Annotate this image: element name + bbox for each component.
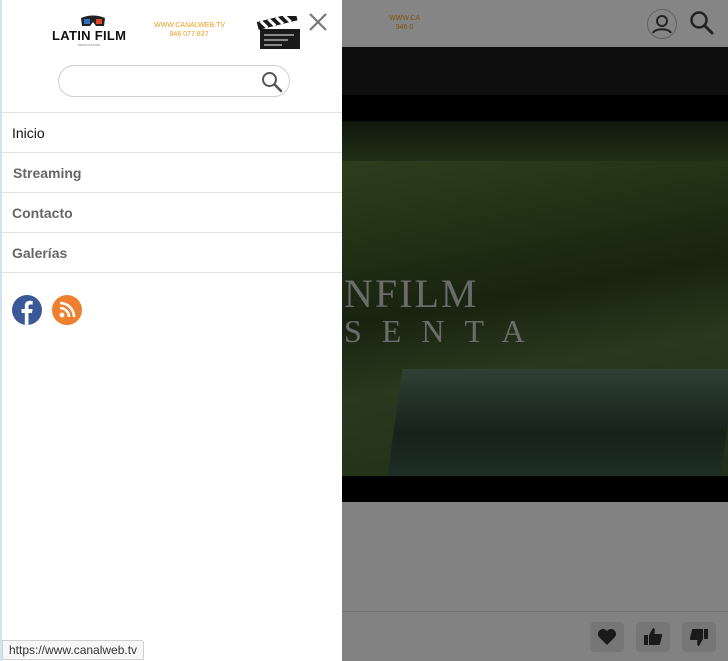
logo-tagline: PRODUCTIONS <box>78 43 101 47</box>
3d-glasses-icon <box>81 15 105 26</box>
social-links <box>12 295 82 325</box>
site-contact: WWW.CANALWEB.TV 946 077 837 <box>154 21 226 39</box>
logo-name: LATIN FILM <box>52 28 127 43</box>
film-clapper-icon <box>256 16 300 49</box>
menu-item-label: Inicio <box>12 124 45 141</box>
close-drawer-button[interactable] <box>304 8 332 36</box>
close-icon <box>309 13 327 31</box>
drawer-search-box <box>58 65 290 97</box>
search-button[interactable] <box>260 70 284 94</box>
menu-item-label: Contacto <box>12 204 73 221</box>
rss-link[interactable] <box>52 295 82 325</box>
search-input[interactable] <box>71 72 255 92</box>
latin-film-logo[interactable]: LATIN FILM PRODUCTIONS <box>52 14 132 47</box>
site-url-text: WWW.CANALWEB.TV <box>154 22 226 29</box>
menu-item-contacto[interactable]: Contacto <box>2 192 342 232</box>
search-icon <box>262 72 283 93</box>
menu-item-streaming[interactable]: Streaming <box>2 152 342 192</box>
rss-icon <box>59 301 76 318</box>
status-bar-url: https://www.canalweb.tv <box>2 640 145 660</box>
drawer-menu: Inicio Streaming Contacto Galerías <box>2 112 342 273</box>
facebook-icon <box>21 300 33 325</box>
menu-item-galerias[interactable]: Galerías <box>2 232 342 273</box>
menu-item-label: Galerías <box>12 244 68 261</box>
site-phone: 946 077 837 <box>169 31 209 38</box>
facebook-link[interactable] <box>12 295 42 325</box>
menu-item-label: Streaming <box>13 164 82 181</box>
side-drawer: LATIN FILM PRODUCTIONS WWW.CANALWEB.TV 9… <box>0 0 342 661</box>
menu-item-inicio[interactable]: Inicio <box>2 112 342 152</box>
